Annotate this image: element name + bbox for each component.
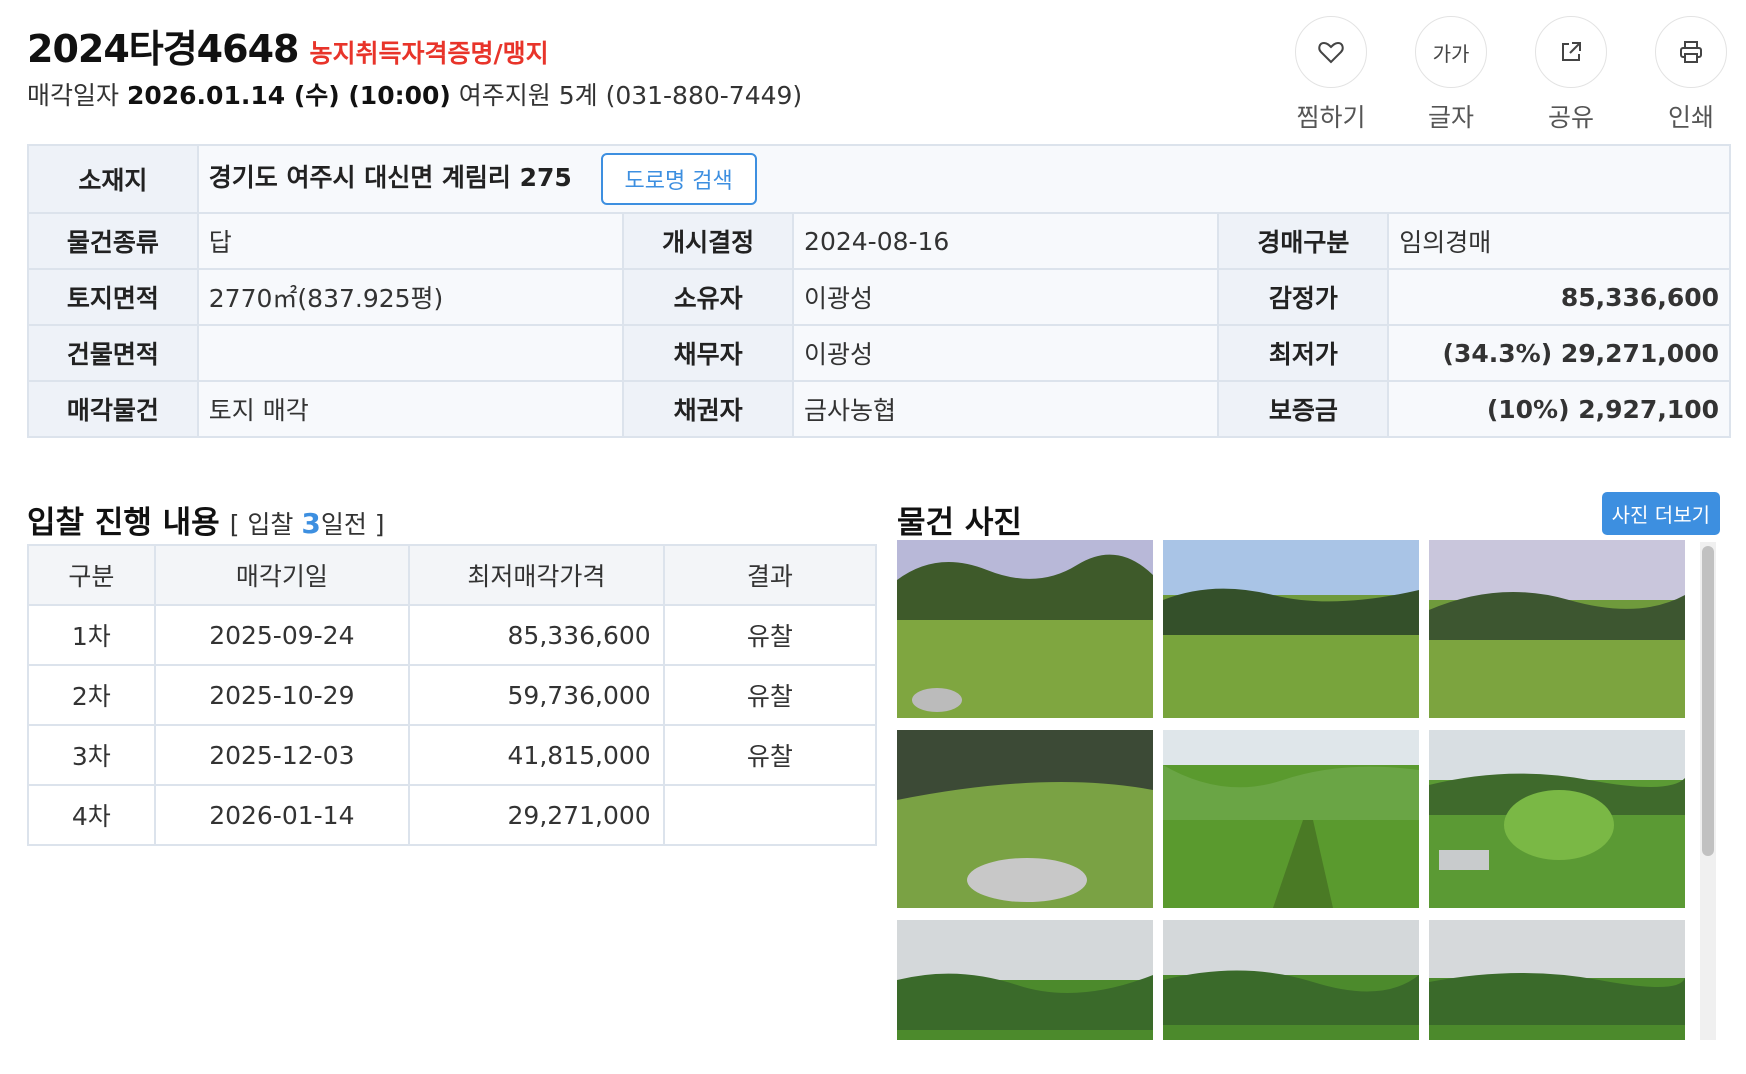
print-label: 인쇄: [1667, 103, 1714, 132]
bid-header-row: 구분 매각기일 최저매각가격 결과: [27, 544, 878, 606]
creditor-value: 금사농협: [792, 380, 1220, 438]
share-button[interactable]: 공유: [1526, 16, 1616, 134]
building-area-label: 건물면적: [27, 324, 199, 382]
share-icon: [1535, 16, 1607, 88]
gallery-scrollbar[interactable]: [1700, 542, 1716, 1040]
bid-section-title: 입찰 진행 내용 [ 입찰 3일전 ]: [27, 497, 385, 542]
appraisal-label: 감정가: [1217, 268, 1390, 326]
address-cell: 경기도 여주시 대신면 계림리 275 도로명 검색: [196, 144, 1732, 214]
col-sale-date: 매각기일: [153, 544, 411, 606]
appraisal-value: 85,336,600: [1387, 268, 1731, 326]
land-area-label: 토지면적: [27, 268, 199, 326]
property-photo[interactable]: [1429, 920, 1685, 1040]
deposit-label: 보증금: [1217, 380, 1390, 438]
minimum-price-value: (34.3%) 29,271,000: [1387, 324, 1731, 382]
scrollbar-thumb[interactable]: [1702, 546, 1714, 856]
auction-type-value: 임의경매: [1387, 212, 1731, 270]
info-row: 토지면적 2770㎡(837.925평) 소유자 이광성 감정가 85,336,…: [27, 268, 1731, 326]
road-search-button[interactable]: 도로명 검색: [600, 153, 757, 205]
property-photo[interactable]: [1163, 920, 1419, 1040]
address-row: 소재지 경기도 여주시 대신면 계림리 275 도로명 검색: [27, 144, 1732, 214]
col-min-price: 최저매각가격: [408, 544, 665, 606]
land-area-value: 2770㎡(837.925평): [196, 268, 625, 326]
property-info-table: 소재지 경기도 여주시 대신면 계림리 275 도로명 검색 물건종류 답 개시…: [27, 144, 1732, 438]
info-row: 건물면적 채무자 이광성 최저가 (34.3%) 29,271,000: [27, 324, 1731, 382]
favorite-button[interactable]: 찜하기: [1286, 16, 1376, 134]
owner-label: 소유자: [622, 268, 795, 326]
sale-date-label: 매각일자: [27, 81, 120, 110]
print-button[interactable]: 인쇄: [1646, 16, 1736, 134]
info-row: 매각물건 토지 매각 채권자 금사농협 보증금 (10%) 2,927,100: [27, 380, 1731, 438]
table-row: 3차 2025-12-03 41,815,000 유찰: [27, 724, 878, 786]
property-type-label: 물건종류: [27, 212, 199, 270]
favorite-label: 찜하기: [1296, 103, 1366, 132]
action-bar: 찜하기 가가 글자 공유 인쇄: [1286, 16, 1746, 132]
sale-date-line: 매각일자 2026.01.14 (수) (10:00) 여주지원 5계 (031…: [27, 76, 802, 112]
col-result: 결과: [662, 544, 878, 606]
start-decision-value: 2024-08-16: [792, 212, 1220, 270]
font-size-button[interactable]: 가가 글자: [1406, 16, 1496, 134]
property-type-value: 답: [196, 212, 625, 270]
debtor-label: 채무자: [622, 324, 795, 382]
property-photo[interactable]: [897, 730, 1153, 908]
minimum-price-label: 최저가: [1217, 324, 1390, 382]
deposit-value: (10%) 2,927,100: [1387, 380, 1731, 438]
address-label: 소재지: [27, 144, 199, 214]
heart-icon: [1295, 16, 1367, 88]
table-row: 4차 2026-01-14 29,271,000: [27, 784, 878, 846]
owner-value: 이광성: [792, 268, 1220, 326]
creditor-label: 채권자: [622, 380, 795, 438]
font-size-label: 글자: [1427, 103, 1474, 132]
case-header: 2024타경4648 농지취득자격증명/맹지: [27, 18, 549, 73]
print-icon: [1655, 16, 1727, 88]
property-photo[interactable]: [897, 920, 1153, 1040]
sale-date-value: 2026.01.14 (수) (10:00): [126, 81, 451, 110]
property-photo[interactable]: [1429, 540, 1685, 718]
sale-item-value: 토지 매각: [196, 380, 625, 438]
table-row: 2차 2025-10-29 59,736,000 유찰: [27, 664, 878, 726]
col-round: 구분: [27, 544, 156, 606]
info-row: 물건종류 답 개시결정 2024-08-16 경매구분 임의경매: [27, 212, 1731, 270]
auction-type-label: 경매구분: [1217, 212, 1390, 270]
property-photo[interactable]: [1429, 730, 1685, 908]
photo-section-title: 물건 사진: [897, 505, 1022, 541]
case-number: 2024타경4648: [27, 27, 299, 71]
debtor-value: 이광성: [792, 324, 1220, 382]
table-row: 1차 2025-09-24 85,336,600 유찰: [27, 604, 878, 666]
more-photos-button[interactable]: 사진 더보기: [1601, 492, 1720, 535]
start-decision-label: 개시결정: [622, 212, 795, 270]
building-area-value: [196, 324, 625, 382]
property-photo[interactable]: [1163, 540, 1419, 718]
photo-gallery: [897, 540, 1719, 1040]
bid-title-text: 입찰 진행 내용: [27, 505, 220, 541]
bid-remain-days: [ 입찰 3일전 ]: [229, 507, 385, 540]
share-label: 공유: [1547, 103, 1594, 132]
sale-item-label: 매각물건: [27, 380, 199, 438]
property-photo[interactable]: [897, 540, 1153, 718]
bid-history-table: 구분 매각기일 최저매각가격 결과 1차 2025-09-24 85,336,600…: [27, 544, 878, 846]
court-info: 여주지원 5계 (031-880-7449): [458, 81, 803, 110]
remain-days-number: 3: [301, 507, 321, 540]
font-size-icon: 가가: [1415, 16, 1487, 88]
property-photo[interactable]: [1163, 730, 1419, 908]
address-value: 경기도 여주시 대신면 계림리 275: [208, 163, 572, 192]
case-tag: 농지취득자격증명/맹지: [309, 39, 549, 68]
